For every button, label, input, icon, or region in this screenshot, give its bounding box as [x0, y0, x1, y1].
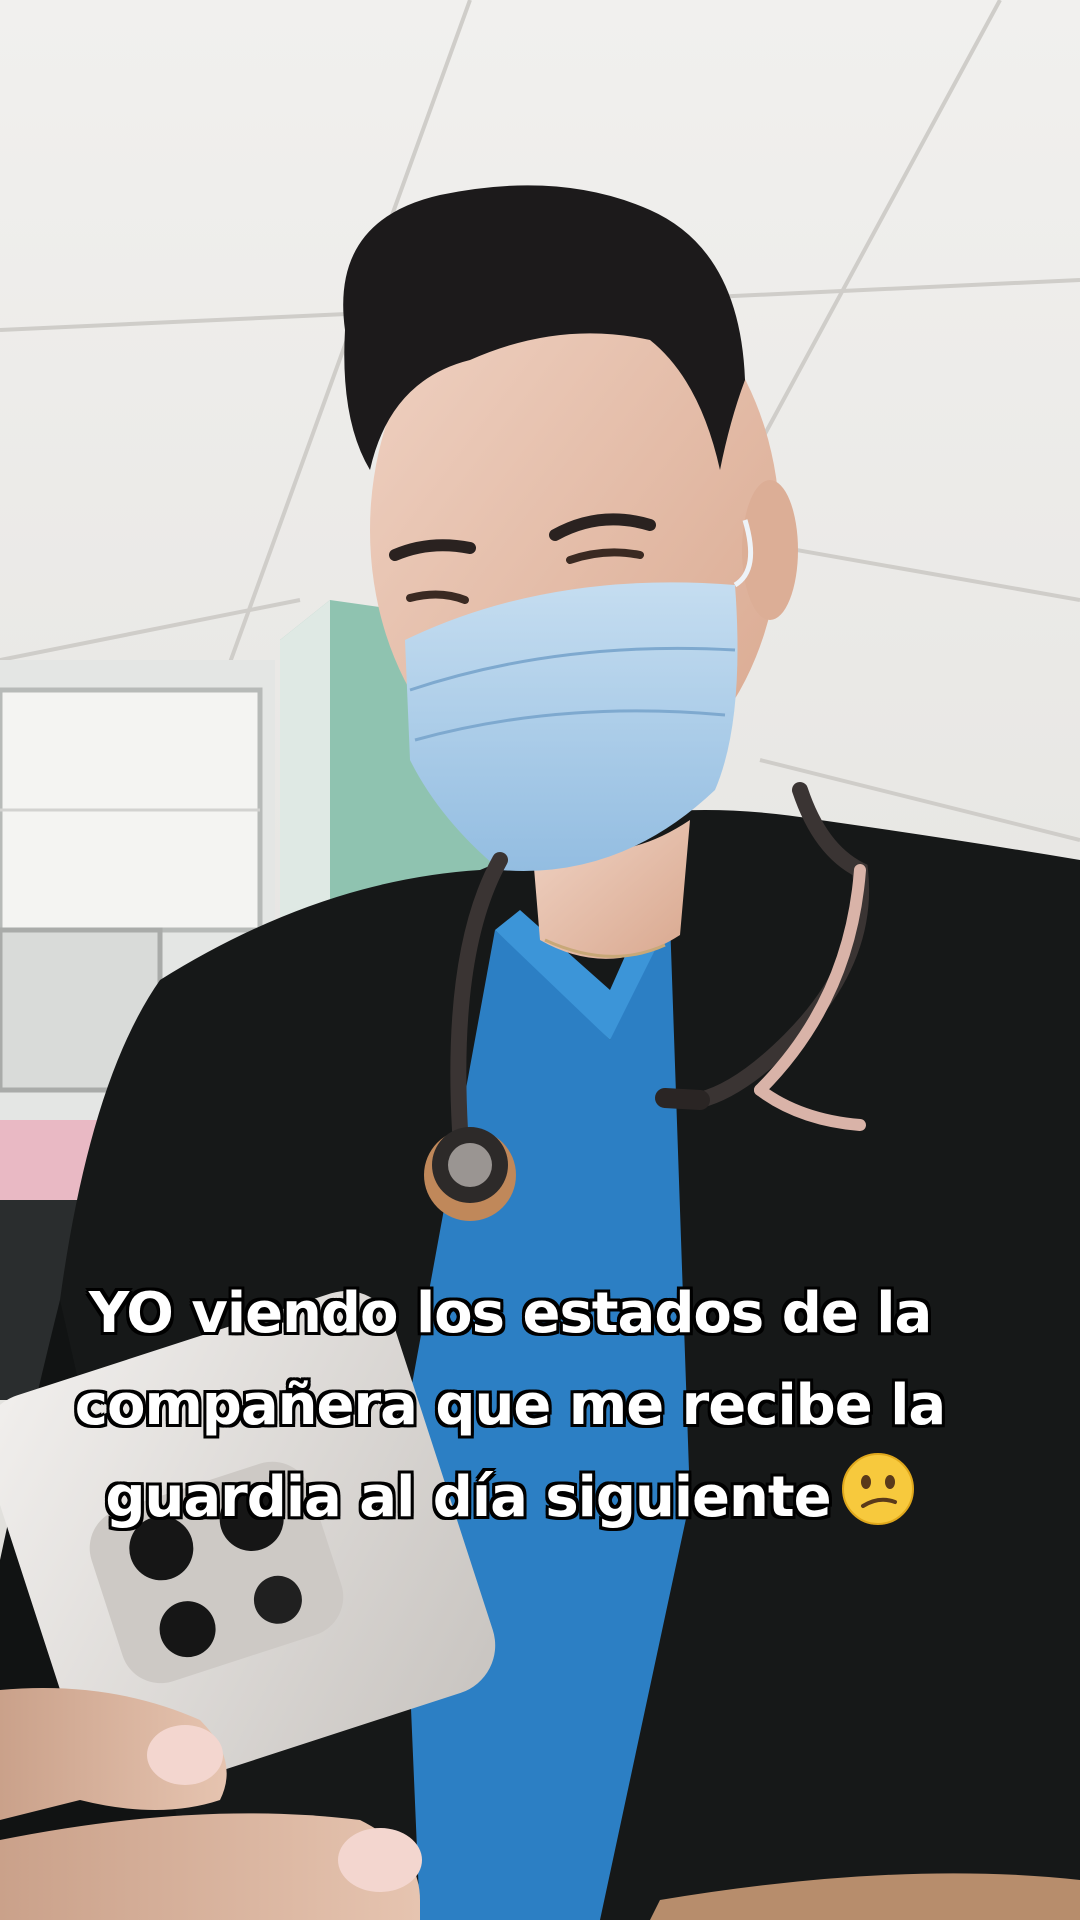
confused-face-icon: [841, 1453, 914, 1525]
video-frame: YO viendo los estados de la compañera qu…: [0, 0, 1080, 1920]
scene-photo: [0, 0, 1080, 1920]
caption-overlay: YO viendo los estados de la compañera qu…: [60, 1268, 960, 1544]
caption-line-2: compañera que me recibe la: [74, 1373, 946, 1438]
caption-line-3: guardia al día siguiente: [105, 1465, 831, 1530]
caption-line-3-wrap: guardia al día siguiente: [60, 1452, 960, 1544]
caption-line-1: YO viendo los estados de la: [88, 1281, 933, 1346]
